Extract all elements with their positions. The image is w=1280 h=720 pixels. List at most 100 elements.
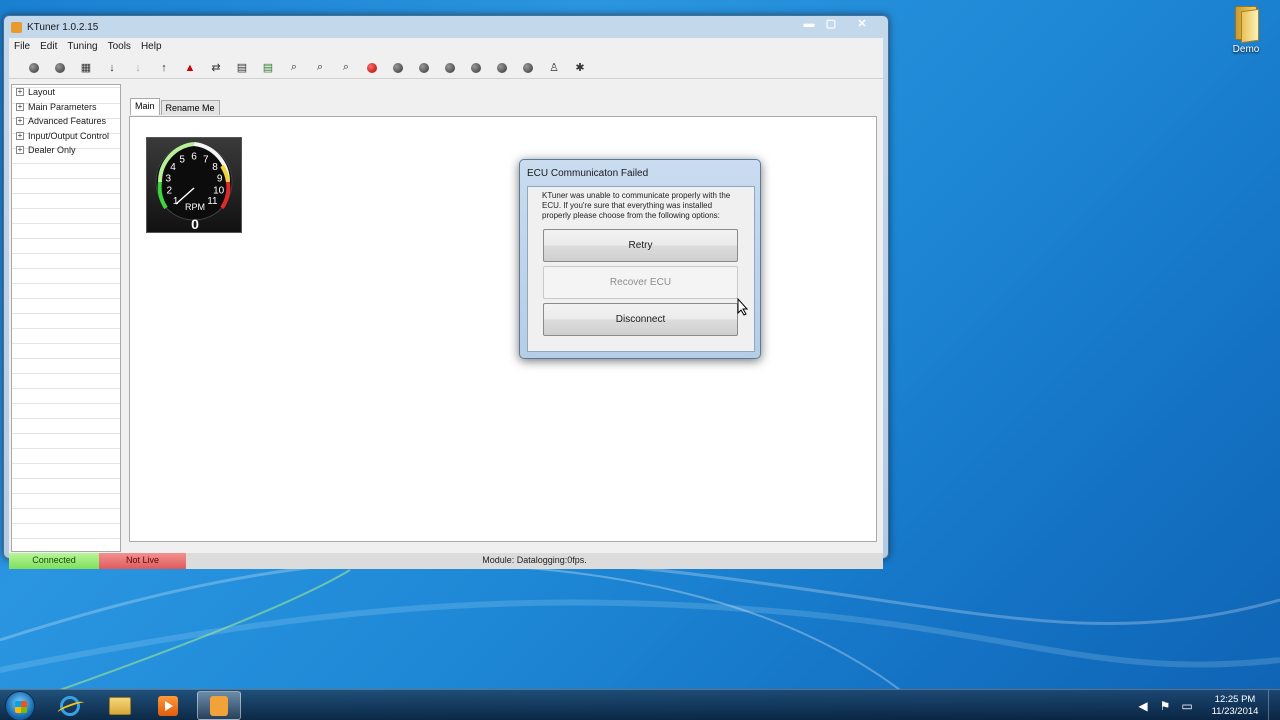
expand-icon[interactable]: + [16, 146, 24, 155]
user-icon[interactable]: ♙ [541, 58, 567, 78]
download-disabled-icon[interactable]: ↓ [125, 58, 151, 78]
status-bar: Connected Not Live Module: Datalogging:0… [9, 553, 883, 569]
stop-icon[interactable] [437, 58, 463, 78]
zoom-out-icon[interactable]: ⌕ [333, 58, 359, 78]
upload-icon[interactable]: ↑ [151, 58, 177, 78]
start-button[interactable] [5, 691, 35, 720]
gauge-tick-8: 8 [212, 162, 218, 173]
menu-tools[interactable]: Tools [103, 40, 136, 56]
disconnect-button[interactable]: Disconnect [543, 303, 738, 336]
close-button[interactable]: ✕ [842, 17, 882, 33]
connect-icon[interactable] [21, 58, 47, 78]
window-controls: ▬ ▢ ✕ [798, 17, 882, 33]
menu-help[interactable]: Help [136, 40, 167, 56]
taskbar-windows-explorer[interactable] [98, 691, 142, 720]
zoom-icon[interactable]: ⌕ [281, 58, 307, 78]
settings-icon[interactable]: ✱ [567, 58, 593, 78]
taskbar: ◀ ⚑ ▭ 12:25 PM 11/23/2014 [0, 689, 1280, 720]
expand-icon[interactable]: + [16, 131, 24, 140]
tree-item-io-control[interactable]: + Input/Output Control [12, 129, 120, 144]
clock-time: 12:25 PM [1214, 693, 1256, 705]
internet-explorer-icon [60, 695, 80, 716]
desktop: Demo KTuner 1.0.2.15 ▬ ▢ ✕ File Edit Tun… [0, 0, 1280, 690]
gauge-tick-3: 3 [166, 173, 172, 184]
menu-tuning[interactable]: Tuning [62, 40, 102, 56]
datalog-icon[interactable]: ▤ [229, 58, 255, 78]
demo-folder-label: Demo [1232, 44, 1260, 55]
rpm-gauge-dial: 12345 6 7891011 RPM 0 [155, 142, 233, 232]
ktuner-icon [210, 695, 228, 716]
tree-item-label: Layout [28, 87, 56, 98]
rewind-icon[interactable] [463, 58, 489, 78]
recover-ecu-button[interactable]: Recover ECU [543, 266, 738, 299]
menu-bar: File Edit Tuning Tools Help [9, 40, 167, 56]
system-tray: ◀ ⚑ ▭ 12:25 PM 11/23/2014 [1132, 690, 1280, 720]
warning-icon[interactable]: ▲ [177, 58, 203, 78]
tree-item-dealer-only[interactable]: + Dealer Only [12, 143, 120, 158]
show-desktop-button[interactable] [1268, 690, 1280, 720]
tree-item-label: Dealer Only [28, 145, 76, 156]
taskbar-internet-explorer[interactable] [48, 691, 92, 720]
menu-edit[interactable]: Edit [35, 40, 62, 56]
tab-content: 1 2 3 4 5 6 7 8 9 10 11 RPM 0 [129, 116, 877, 542]
gauge-tick-6: 6 [191, 152, 197, 163]
tab-rename-me[interactable]: Rename Me [160, 100, 220, 115]
dialog-title: ECU Communicaton Failed [527, 168, 649, 179]
download-icon[interactable]: ↓ [99, 58, 125, 78]
ecu-failed-dialog: ECU Communicaton Failed KTuner was unabl… [519, 159, 761, 359]
dialog-message: KTuner was unable to communicate properl… [542, 191, 731, 220]
tab-strip: Main Rename Me [130, 98, 221, 115]
disconnect-icon[interactable] [47, 58, 73, 78]
expand-icon[interactable]: + [16, 88, 24, 97]
taskbar-media-player[interactable] [146, 691, 190, 720]
media-player-icon [158, 695, 178, 716]
save-log-icon[interactable]: ▤ [255, 58, 281, 78]
windows-logo-icon [15, 701, 27, 713]
expand-icon[interactable]: + [16, 102, 24, 111]
tree-item-main-parameters[interactable]: + Main Parameters [12, 100, 120, 115]
connection-status: Connected [9, 553, 99, 569]
demo-folder-icon[interactable]: Demo [1216, 4, 1276, 55]
compare-icon[interactable]: ⇄ [203, 58, 229, 78]
expand-icon[interactable]: + [16, 117, 24, 126]
module-status: Module: Datalogging:0fps. [186, 553, 883, 569]
action-center-flag-icon[interactable]: ⚑ [1157, 698, 1173, 714]
ktuner-app-icon [11, 22, 22, 33]
taskbar-ktuner[interactable] [197, 691, 241, 720]
tree-item-label: Main Parameters [28, 101, 97, 112]
title-bar[interactable]: KTuner 1.0.2.15 ▬ ▢ ✕ [4, 16, 888, 38]
maximize-button[interactable]: ▢ [820, 17, 842, 33]
forward-icon[interactable] [489, 58, 515, 78]
clock[interactable]: 12:25 PM 11/23/2014 [1202, 694, 1268, 718]
network-icon[interactable]: ▭ [1179, 698, 1195, 714]
gauge-tick-2: 2 [167, 186, 173, 197]
live-status: Not Live [99, 553, 186, 569]
gauge-unit-label: RPM [185, 202, 205, 212]
tab-main[interactable]: Main [130, 98, 160, 115]
chip-icon[interactable]: ▦ [73, 58, 99, 78]
pause-icon[interactable] [411, 58, 437, 78]
tree-item-label: Advanced Features [28, 116, 107, 127]
gauge-tick-5: 5 [179, 154, 185, 165]
end-icon[interactable] [515, 58, 541, 78]
record-icon[interactable] [359, 58, 385, 78]
parameter-tree: + Layout + Main Parameters + Advanced Featu… [11, 84, 121, 552]
menu-file[interactable]: File [9, 40, 35, 56]
dialog-body: KTuner was unable to communicate properl… [527, 186, 755, 352]
gauge-tick-7: 7 [203, 154, 209, 165]
volume-icon[interactable]: ◀ [1135, 698, 1151, 714]
tree-item-label: Input/Output Control [28, 130, 110, 141]
gauge-tick-9: 9 [217, 173, 223, 184]
retry-button[interactable]: Retry [543, 229, 738, 262]
folder-icon [1231, 4, 1261, 44]
zoom-in-icon[interactable]: ⌕ [307, 58, 333, 78]
play-icon[interactable] [385, 58, 411, 78]
rpm-gauge[interactable]: 1 2 3 4 5 6 7 8 9 10 11 RPM 0 [146, 137, 242, 233]
minimize-button[interactable]: ▬ [798, 17, 820, 33]
gauge-tick-4: 4 [170, 162, 176, 173]
window-title: KTuner 1.0.2.15 [27, 22, 99, 33]
tree-item-layout[interactable]: + Layout [12, 85, 120, 100]
tree-item-advanced-features[interactable]: + Advanced Features [12, 114, 120, 129]
gauge-value: 0 [191, 216, 199, 232]
gauge-tick-11: 11 [207, 196, 218, 207]
